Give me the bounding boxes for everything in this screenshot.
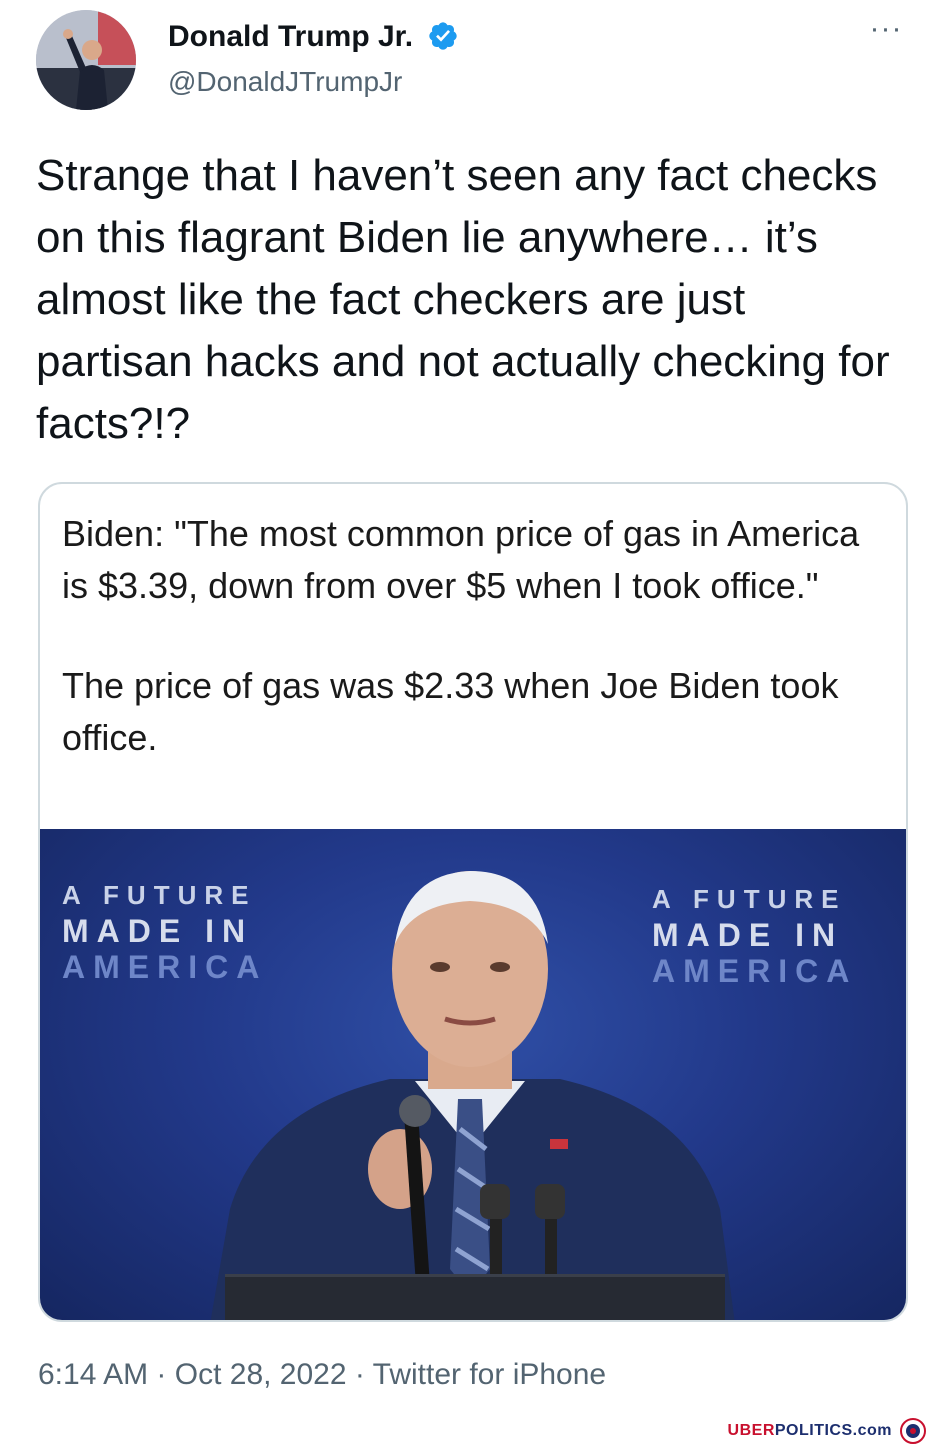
watermark-logo-icon bbox=[900, 1418, 926, 1444]
meta-separator-2: · bbox=[346, 1358, 373, 1391]
tweet-text: Strange that I haven’t seen any fact che… bbox=[36, 151, 890, 448]
card-paragraph-quote: Biden: "The most common price of gas in … bbox=[62, 513, 860, 606]
avatar[interactable] bbox=[36, 10, 136, 110]
tweet-time[interactable]: 6:14 AM bbox=[38, 1358, 148, 1391]
watermark-text: UBERPOLITICS.com bbox=[728, 1422, 892, 1440]
tweet-source[interactable]: Twitter for iPhone bbox=[373, 1358, 606, 1391]
watermark-part1: UBER bbox=[727, 1422, 775, 1439]
speaker-figure bbox=[210, 871, 735, 1320]
podium bbox=[225, 1274, 725, 1320]
meta-separator: · bbox=[148, 1358, 175, 1391]
speech-photo[interactable]: A FUTURE MADE IN AMERICA A FUTURE MADE I… bbox=[40, 829, 906, 1320]
watermark-part2: POLITICS.com bbox=[774, 1422, 892, 1439]
card-paragraph-claim: The price of gas was $2.33 when Joe Bide… bbox=[62, 665, 839, 758]
avatar-image bbox=[36, 10, 136, 110]
card-caption: Biden: "The most common price of gas in … bbox=[62, 508, 892, 764]
quoted-image-card[interactable]: Biden: "The most common price of gas in … bbox=[38, 482, 908, 1322]
watermark: UBERPOLITICS.com bbox=[728, 1417, 926, 1445]
more-options-icon[interactable]: ··· bbox=[866, 14, 906, 48]
author-name-text: Donald Trump Jr. bbox=[168, 20, 414, 53]
author-name[interactable]: Donald Trump Jr. bbox=[168, 20, 459, 54]
tweet-date[interactable]: Oct 28, 2022 bbox=[175, 1358, 347, 1391]
verified-badge-icon bbox=[429, 22, 458, 50]
tweet-header: Donald Trump Jr. @DonaldJTrumpJr ··· bbox=[36, 8, 906, 118]
author-handle[interactable]: @DonaldJTrumpJr bbox=[168, 66, 402, 98]
tweet-meta: 6:14 AM · Oct 28, 2022 · Twitter for iPh… bbox=[38, 1358, 606, 1392]
